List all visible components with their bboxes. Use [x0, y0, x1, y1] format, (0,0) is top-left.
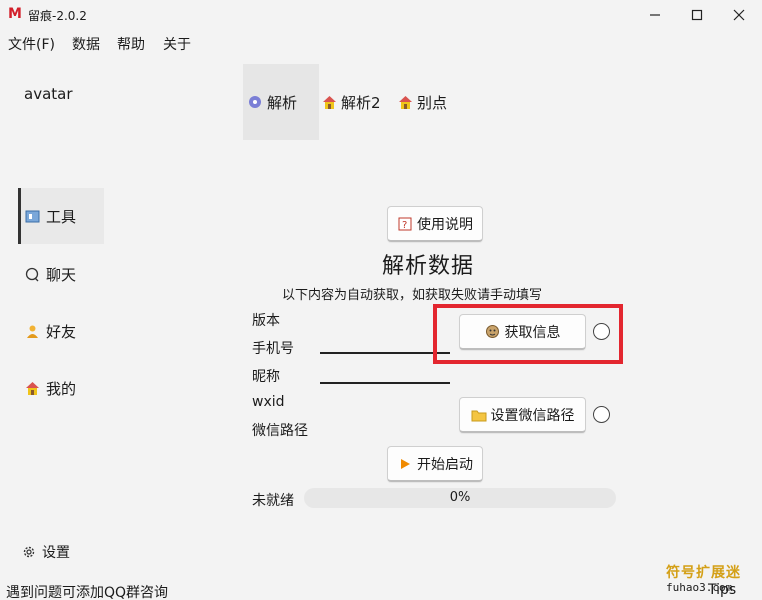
settings-button[interactable]: 设置 — [22, 542, 70, 562]
title-bar: M 留痕-2.0.2 — [0, 0, 762, 30]
tips-link[interactable]: Tips — [708, 582, 736, 598]
highlight-box — [433, 304, 623, 364]
field-label-wxid: wxid — [252, 394, 285, 410]
field-label-phone: 手机号 — [252, 341, 294, 357]
menu-data[interactable]: 数据 — [72, 34, 100, 54]
house-icon — [397, 94, 413, 110]
disc-icon — [247, 94, 263, 110]
tab-parse[interactable]: 解析 — [243, 64, 319, 140]
tab-parse2[interactable]: 解析2 — [321, 64, 391, 140]
house-icon — [24, 380, 40, 396]
progress-bar: 0% — [304, 488, 616, 508]
maximize-icon — [691, 9, 703, 21]
menu-file[interactable]: 文件(F) — [8, 34, 55, 54]
tab-label: 解析 — [267, 93, 298, 112]
menu-about[interactable]: 关于 — [163, 34, 191, 54]
toolbox-icon — [24, 208, 40, 224]
settings-label: 设置 — [42, 545, 70, 561]
window-title: 留痕-2.0.2 — [28, 9, 87, 23]
svg-text:?: ? — [402, 220, 407, 231]
chat-icon — [24, 266, 40, 282]
sidebar-item-friends[interactable]: 好友 — [18, 303, 104, 359]
house-icon — [321, 94, 337, 110]
help-button[interactable]: ? 使用说明 — [387, 206, 483, 242]
field-label-wechat-path: 微信路径 — [252, 423, 308, 439]
play-icon — [397, 456, 413, 472]
menu-bar: 文件(F) 数据 帮助 关于 — [0, 30, 762, 58]
app-logo: M — [8, 6, 22, 22]
nickname-field[interactable] — [320, 378, 450, 384]
sidebar-item-label: 工具 — [46, 207, 77, 226]
watermark: 符号扩展迷 fuhao3.com — [654, 562, 754, 600]
avatar[interactable]: avatar — [24, 85, 73, 103]
tab-label: 解析2 — [341, 93, 381, 112]
instruction-text: 以下内容为自动获取，如获取失败请手动填写 — [282, 288, 543, 303]
question-icon: ? — [397, 216, 413, 232]
tab-dont-click[interactable]: 别点 — [397, 64, 457, 140]
gear-icon — [22, 545, 36, 559]
folder-icon — [471, 407, 487, 423]
sidebar-item-label: 聊天 — [46, 265, 77, 284]
close-icon — [733, 9, 745, 21]
maximize-button[interactable] — [674, 0, 720, 30]
minimize-button[interactable] — [632, 0, 678, 30]
minimize-icon — [650, 14, 660, 16]
set-wechat-path-button[interactable]: 设置微信路径 — [459, 397, 586, 433]
progress-value: 0% — [449, 490, 471, 505]
sidebar-item-mine[interactable]: 我的 — [18, 360, 104, 416]
start-button[interactable]: 开始启动 — [387, 446, 483, 482]
sidebar-item-tools[interactable]: 工具 — [18, 188, 104, 244]
field-label-version: 版本 — [252, 313, 280, 329]
sidebar-item-chat[interactable]: 聊天 — [18, 246, 104, 302]
watermark-cn: 符号扩展迷 — [666, 565, 741, 581]
status-text: 未就绪 — [252, 493, 294, 509]
phone-field[interactable] — [320, 348, 450, 354]
wechat-path-radio[interactable] — [593, 406, 610, 423]
page-title: 解析数据 — [382, 254, 475, 279]
tab-label: 别点 — [417, 93, 448, 112]
field-label-nickname: 昵称 — [252, 369, 280, 385]
person-icon — [24, 323, 40, 339]
footer-help-text: 遇到问题可添加QQ群咨询 — [6, 585, 169, 600]
menu-help[interactable]: 帮助 — [117, 34, 145, 54]
sidebar-item-label: 我的 — [46, 379, 77, 398]
sidebar-item-label: 好友 — [46, 322, 77, 341]
close-button[interactable] — [716, 0, 762, 30]
